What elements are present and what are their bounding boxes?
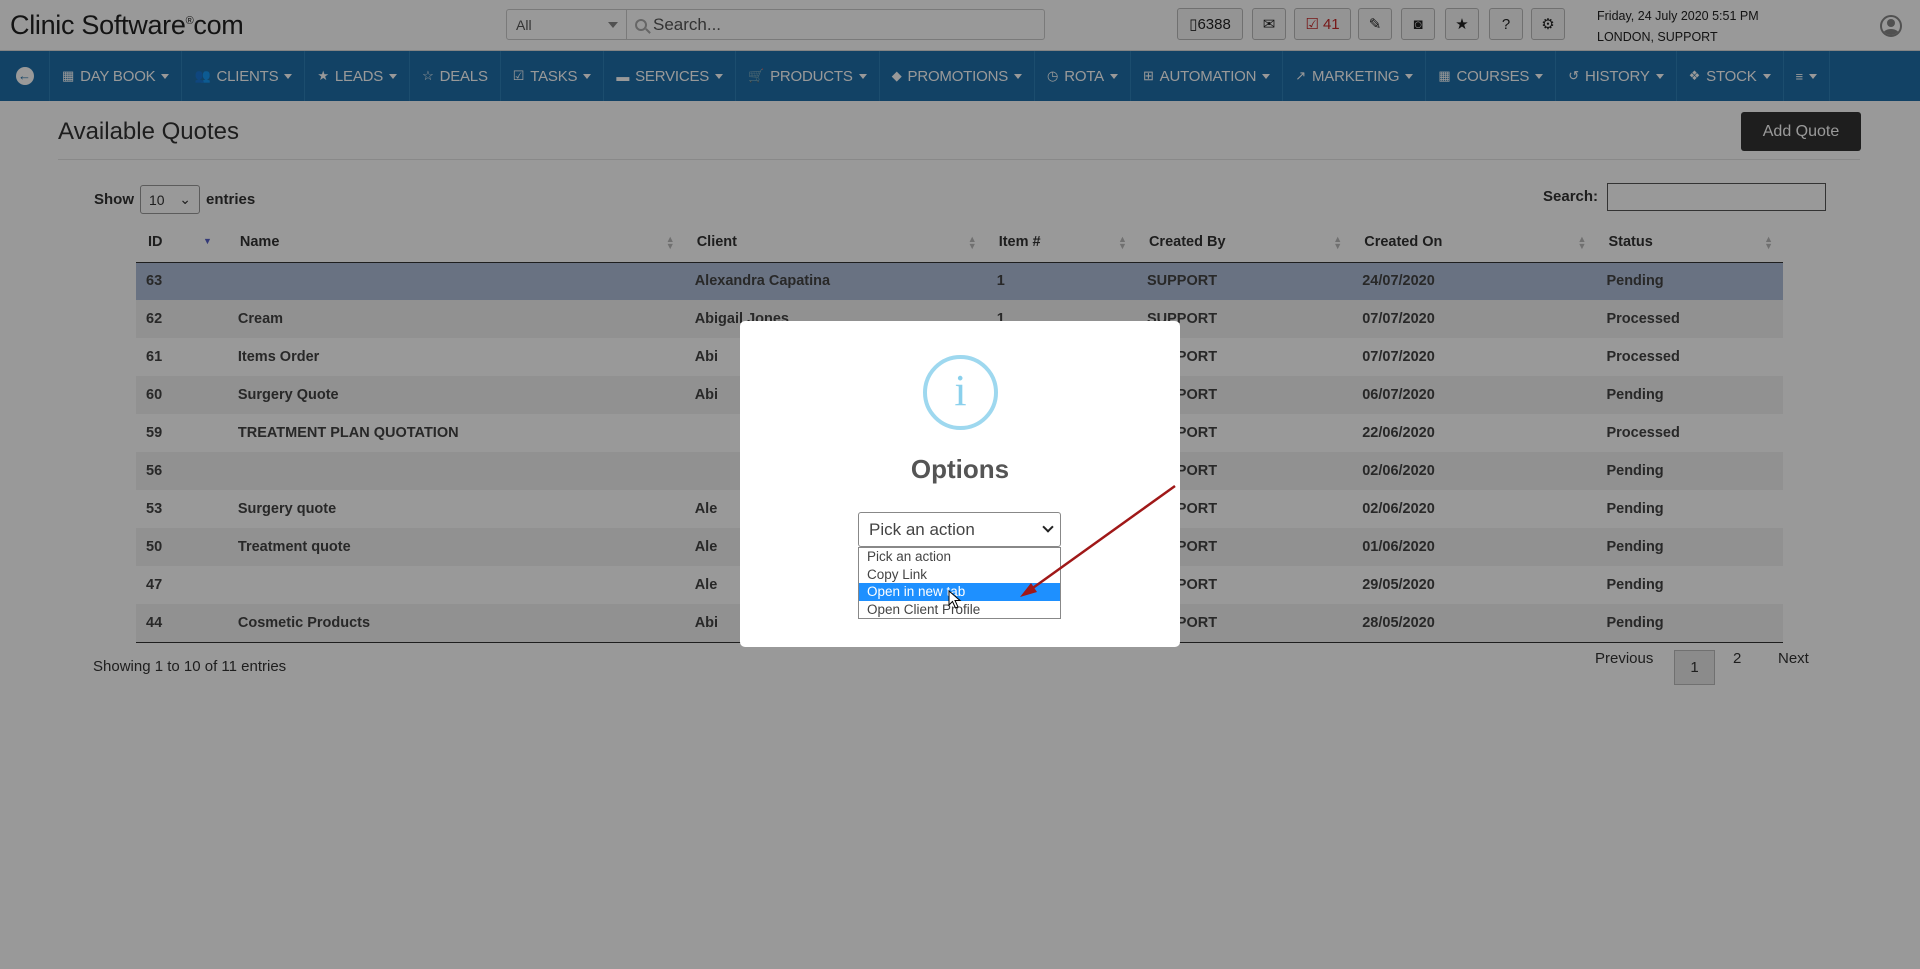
mouse-cursor-icon [948,590,962,609]
chevron-down-icon [1042,521,1054,533]
info-icon: i [923,355,998,430]
action-option-copy-link[interactable]: Copy Link [859,566,1060,584]
modal-title: Options [910,454,1010,484]
action-select[interactable]: Pick an action [858,512,1061,547]
action-select-value: Pick an action [869,520,975,539]
action-option-pick-an-action[interactable]: Pick an action [859,548,1060,566]
